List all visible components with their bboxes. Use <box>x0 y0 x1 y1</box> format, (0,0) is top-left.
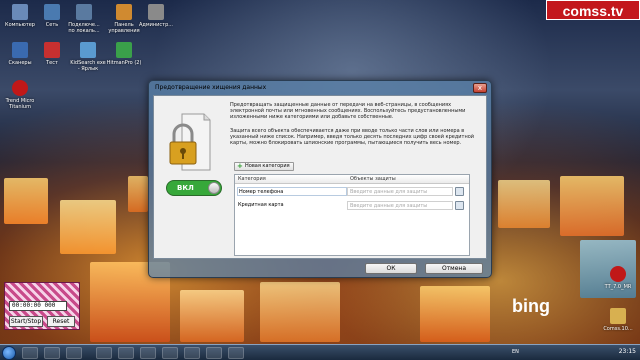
scanner-icon <box>12 42 28 58</box>
data-theft-dialog: Предотвращение хищения данных x ВКЛ Пред… <box>148 80 492 278</box>
archive-icon <box>610 308 626 324</box>
category-cell: Кредитная карта <box>238 202 284 208</box>
categories-table: Категория Объекты защиты Номер телефона … <box>234 174 470 256</box>
admin-tools-icon <box>148 4 164 20</box>
desktop-icon-label: Trend Micro Titanium <box>5 98 35 110</box>
desktop-icon-scanners[interactable]: Сканеры <box>2 42 38 66</box>
ie-icon[interactable] <box>22 347 38 359</box>
desktop-icon-tt[interactable]: TT_7.0_MR <box>598 266 638 290</box>
computer-icon <box>12 4 28 20</box>
lantern-decor <box>60 200 116 254</box>
desktop-icon-label: Администр... <box>138 22 174 28</box>
new-category-label: Новая категория <box>245 163 290 169</box>
new-category-button[interactable]: + Новая категория <box>234 162 294 171</box>
taskbar-app-icon[interactable] <box>96 347 112 359</box>
clock[interactable]: 23:15 <box>619 348 636 355</box>
desktop-icon-label: Компьютер <box>5 22 35 28</box>
lantern-decor <box>560 176 624 236</box>
description-paragraph: Предотвращать защищенные данные от перед… <box>230 102 466 120</box>
desktop-icon-kidsearch[interactable]: KidSearch exe - Ярлык <box>70 42 106 72</box>
media-player-icon[interactable] <box>66 347 82 359</box>
explorer-icon[interactable] <box>44 347 60 359</box>
start-button[interactable] <box>2 346 16 360</box>
column-header-objects[interactable]: Объекты защиты <box>347 175 469 184</box>
protection-toggle[interactable]: ВКЛ <box>166 180 222 196</box>
protected-data-input[interactable]: Введите данные для защиты <box>347 187 453 196</box>
taskbar-app-icon[interactable] <box>206 347 222 359</box>
desktop-icon-label: Тест <box>46 60 58 66</box>
close-button[interactable]: x <box>473 83 487 93</box>
shortcut-icon <box>80 42 96 58</box>
toggle-label: ВКЛ <box>177 184 194 192</box>
stopwatch-display: 00:00:00 000 <box>9 301 67 311</box>
table-row[interactable]: Кредитная карта Введите данные для защит… <box>235 200 469 211</box>
toggle-knob <box>208 182 220 194</box>
lantern-decor <box>128 176 148 212</box>
desktop-icon-label: Сканеры <box>8 60 32 66</box>
desktop-icon-connection[interactable]: Подключе... по локаль... <box>66 4 102 34</box>
control-panel-icon <box>116 4 132 20</box>
table-row[interactable]: Номер телефона Введите данные для защиты <box>235 186 469 197</box>
cancel-button[interactable]: Отмена <box>425 263 483 274</box>
close-icon: x <box>477 84 483 92</box>
desktop-icon-label: Сеть <box>45 22 59 28</box>
network-icon <box>44 4 60 20</box>
taskbar-app-icon[interactable] <box>162 347 178 359</box>
hitmanpro-icon <box>116 42 132 58</box>
taskbar: EN 23:15 <box>0 344 640 360</box>
document-icon <box>44 42 60 58</box>
taskbar-app-icon[interactable] <box>118 347 134 359</box>
desktop-icon-network[interactable]: Сеть <box>34 4 70 28</box>
lantern-decor <box>260 282 340 342</box>
desktop-icon-admin[interactable]: Администр... <box>138 4 174 28</box>
desktop-icon-computer[interactable]: Компьютер <box>2 4 38 28</box>
lock-document-icon <box>169 113 211 171</box>
dialog-footer: ОК Отмена <box>149 259 491 277</box>
desktop-icon-label: Панель управления <box>108 22 140 34</box>
trend-micro-icon <box>12 80 28 96</box>
edit-icon[interactable] <box>455 187 464 196</box>
taskbar-app-icon[interactable] <box>228 347 244 359</box>
edit-icon[interactable] <box>455 201 464 210</box>
brand-logo: comss.tv <box>546 0 640 20</box>
start-stop-button[interactable]: Start/Stop <box>9 316 43 327</box>
column-header-category[interactable]: Категория <box>235 175 347 184</box>
desktop-icon-label: HitmanPro (2) <box>106 60 142 66</box>
dialog-title: Предотвращение хищения данных <box>155 84 267 91</box>
plus-icon: + <box>237 162 243 170</box>
taskbar-app-icon[interactable] <box>140 347 156 359</box>
desktop-icon-label: TT_7.0_MR <box>604 284 632 290</box>
ok-button[interactable]: ОК <box>365 263 417 274</box>
protected-data-input[interactable]: Введите данные для защиты <box>347 201 453 210</box>
lantern-decor <box>180 290 244 342</box>
desktop-icon-label: Подключе... по локаль... <box>68 22 100 34</box>
language-indicator[interactable]: EN <box>512 349 519 355</box>
lantern-decor <box>498 180 550 228</box>
desktop-icon-hitmanpro[interactable]: HitmanPro (2) <box>106 42 142 66</box>
stopwatch-gadget: 00:00:00 000 Start/Stop Reset <box>4 282 80 330</box>
desktop-icon-label: KidSearch exe - Ярлык <box>70 60 106 72</box>
category-cell: Номер телефона <box>237 187 347 196</box>
lantern-decor <box>420 286 490 342</box>
description-paragraph: Защита всего объекта обеспечивается даже… <box>230 128 475 146</box>
desktop-icon-trend-micro[interactable]: Trend Micro Titanium <box>2 80 38 110</box>
reset-button[interactable]: Reset <box>47 316 75 327</box>
lantern-decor <box>4 178 48 224</box>
dialog-body: ВКЛ Предотвращать защищенные данные от п… <box>153 95 487 259</box>
bing-logo: bing <box>512 296 550 316</box>
desktop-icon-label: Comss.10... <box>603 326 633 332</box>
network-connection-icon <box>76 4 92 20</box>
desktop-icon-comss[interactable]: Comss.10... <box>598 308 638 332</box>
taskbar-app-icon[interactable] <box>184 347 200 359</box>
desktop-icon-control-panel[interactable]: Панель управления <box>106 4 142 34</box>
desktop-icon-test[interactable]: Тест <box>34 42 70 66</box>
trend-micro-icon <box>610 266 626 282</box>
